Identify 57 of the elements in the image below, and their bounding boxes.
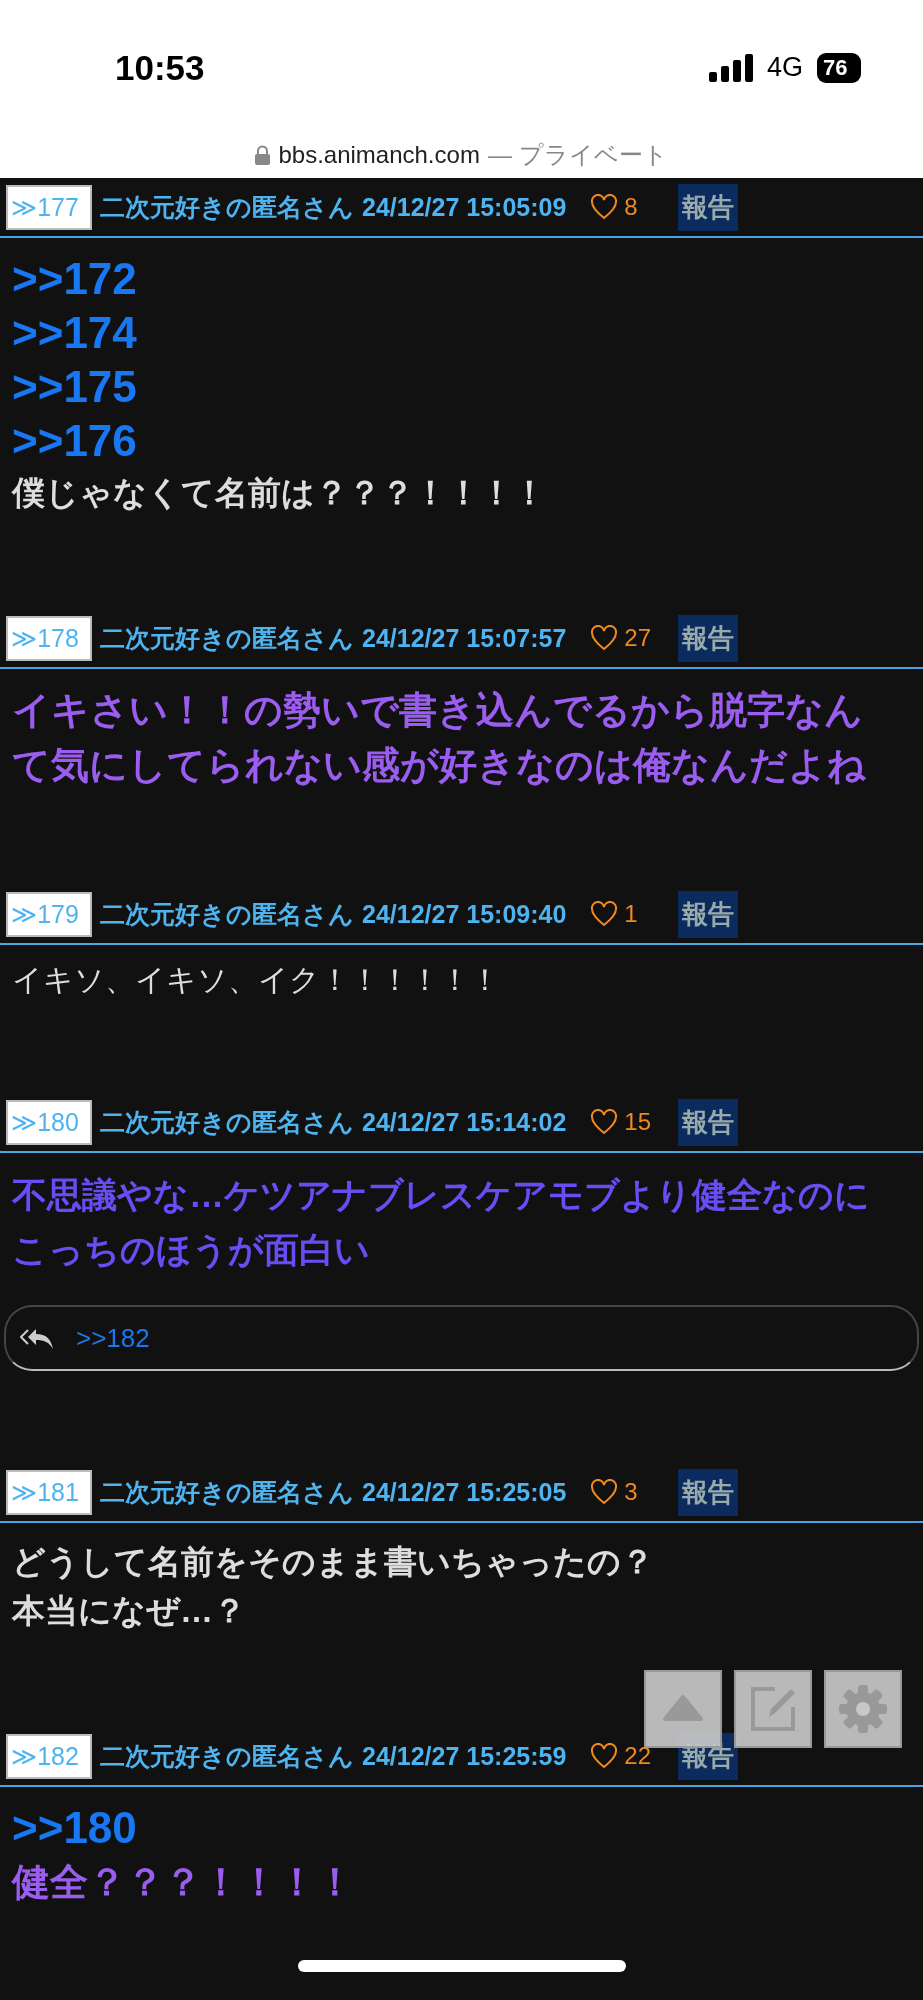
post-date: 24/12/27 15:09:40 xyxy=(362,899,567,929)
post-text: 不思議やな…ケツアナブレスケアモブより健全なのにこっちのほうが面白い xyxy=(12,1174,871,1272)
report-button[interactable]: 報告 xyxy=(678,890,739,938)
post-text: イキソ、イキソ、イク！！！！！！ xyxy=(12,962,501,998)
post-text: どうして名前をそのまま書いちゃったの？ xyxy=(12,1542,655,1582)
report-button[interactable]: 報告 xyxy=(678,1098,739,1146)
like-count: 22 xyxy=(624,1742,652,1770)
like-count: 3 xyxy=(624,1478,638,1506)
heart-icon[interactable] xyxy=(590,901,619,927)
heart-icon[interactable] xyxy=(590,1743,619,1769)
post-number[interactable]: ≫179 xyxy=(6,891,92,937)
post-number[interactable]: ≫180 xyxy=(6,1099,92,1145)
reply-link[interactable]: >>182 xyxy=(76,1322,150,1354)
heart-icon[interactable] xyxy=(590,1109,619,1135)
like-count: 27 xyxy=(624,624,652,652)
post-date: 24/12/27 15:05:09 xyxy=(362,192,567,222)
poster-name: 二次元好きの匿名さん xyxy=(100,1740,354,1772)
lock-icon xyxy=(255,145,271,165)
poster-name: 二次元好きの匿名さん xyxy=(100,191,354,223)
settings-icon xyxy=(837,1683,889,1735)
reply-anchor-link[interactable]: >>175 xyxy=(12,360,873,414)
signal-icon xyxy=(708,53,755,82)
like-count: 8 xyxy=(624,193,638,221)
like-count: 1 xyxy=(624,900,638,928)
reply-anchor-link[interactable]: >>180 xyxy=(12,1801,873,1855)
heart-icon[interactable] xyxy=(590,194,619,220)
post-text: 僕じゃなくて名前は？？？！！！！ xyxy=(12,473,547,513)
poster-name: 二次元好きの匿名さん xyxy=(100,622,354,654)
network-label: 4G xyxy=(766,52,803,83)
battery-indicator: 76 xyxy=(817,52,861,83)
post-number[interactable]: ≫178 xyxy=(6,615,92,661)
report-button[interactable]: 報告 xyxy=(678,614,739,662)
post-number[interactable]: ≫182 xyxy=(6,1733,92,1779)
post-number[interactable]: ≫181 xyxy=(6,1469,92,1515)
heart-icon[interactable] xyxy=(590,1479,619,1505)
report-button[interactable]: 報告 xyxy=(678,1468,739,1516)
reply-anchor-link[interactable]: >>174 xyxy=(12,306,873,360)
post-date: 24/12/27 15:07:57 xyxy=(362,623,567,653)
post-text: 本当になぜ…？ xyxy=(12,1591,247,1631)
report-button[interactable]: 報告 xyxy=(678,183,739,231)
post-date: 24/12/27 15:25:59 xyxy=(362,1741,567,1771)
post-date: 24/12/27 15:14:02 xyxy=(362,1107,567,1137)
reply-anchor-link[interactable]: >>172 xyxy=(12,252,873,306)
poster-name: 二次元好きの匿名さん xyxy=(100,898,354,930)
poster-name: 二次元好きの匿名さん xyxy=(100,1476,354,1508)
post-date: 24/12/27 15:25:05 xyxy=(362,1477,567,1507)
browsing-mode: — プライベート xyxy=(487,140,668,170)
post-number[interactable]: ≫177 xyxy=(6,184,92,230)
post-text: イキさい！！の勢いで書き込んでるから脱字なんて気にしてられない感が好きなのは俺なんだよね xyxy=(12,688,867,788)
poster-name: 二次元好きの匿名さん xyxy=(100,1106,354,1138)
url-domain[interactable]: bbs.animanch.com xyxy=(278,141,480,169)
heart-icon[interactable] xyxy=(590,625,619,651)
status-time: 10:53 xyxy=(115,47,206,88)
reply-icon xyxy=(20,1326,54,1350)
post-text: 健全？？？！！！！ xyxy=(12,1860,355,1905)
like-count: 15 xyxy=(624,1108,652,1136)
reply-anchor-link[interactable]: >>176 xyxy=(12,414,873,468)
